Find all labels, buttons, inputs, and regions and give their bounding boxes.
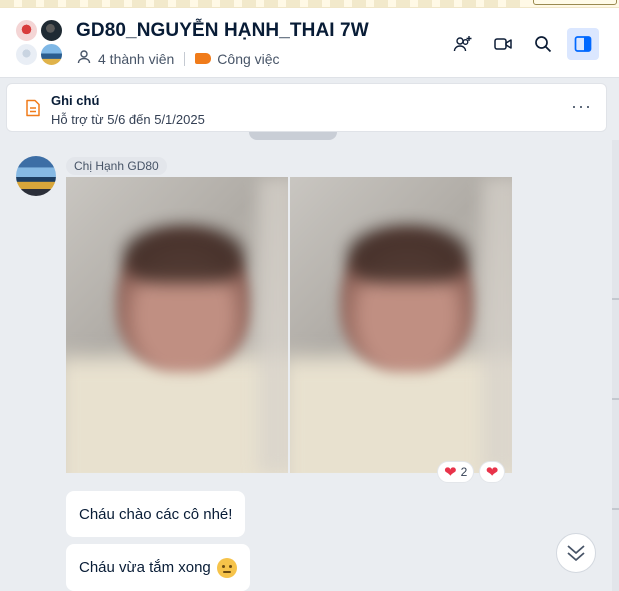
pinned-note-bar[interactable]: Ghi chú Hỗ trợ từ 5/6 đến 5/1/2025 ··· <box>6 83 607 132</box>
double-chevron-down-icon <box>567 545 585 561</box>
pinned-note-text: Hỗ trợ từ 5/6 đến 5/1/2025 <box>51 112 205 127</box>
members-count[interactable]: 4 thành viên <box>98 51 174 67</box>
search-icon <box>535 36 552 53</box>
video-call-icon <box>494 38 512 50</box>
chat-scrollbar[interactable] <box>612 140 619 591</box>
pinned-expand-handle[interactable] <box>249 132 337 140</box>
video-call-button[interactable] <box>487 28 519 60</box>
sidebar-panel-icon <box>574 36 592 52</box>
thinking-face-emoji-icon <box>216 557 237 578</box>
chat-photo[interactable] <box>66 177 288 473</box>
heart-icon: ❤ <box>444 463 457 481</box>
member-avatar <box>14 18 39 43</box>
message-bubble[interactable]: Cháu vừa tắm xong <box>66 544 250 591</box>
pinned-note-title: Ghi chú <box>51 93 100 108</box>
top-notice-strip <box>0 0 619 8</box>
notice-text-cutoff <box>0 0 520 7</box>
member-avatar <box>39 18 64 43</box>
message-text: Cháu vừa tắm xong <box>79 559 211 576</box>
sender-name: Chị Hạnh GD80 <box>66 157 167 175</box>
search-button[interactable] <box>527 28 559 60</box>
reaction-count: 2 <box>460 465 468 479</box>
reaction-summary[interactable]: ❤ 2 <box>437 461 475 483</box>
sender-avatar[interactable] <box>16 156 56 196</box>
label-tag-icon[interactable] <box>195 53 212 64</box>
scroll-marker <box>612 398 619 400</box>
add-member-icon <box>453 36 472 52</box>
scroll-to-bottom-button[interactable] <box>556 533 596 573</box>
more-options-icon[interactable]: ··· <box>571 96 592 117</box>
conversation-meta: 4 thành viên Công việc <box>76 49 280 68</box>
scroll-marker <box>612 298 619 300</box>
photo-group <box>66 177 512 473</box>
member-avatar <box>39 42 64 67</box>
add-member-button[interactable] <box>447 28 479 60</box>
members-icon[interactable] <box>76 49 92 68</box>
scroll-marker <box>612 508 619 510</box>
conversation-title[interactable]: GD80_NGUYỄN HẠNH_THAI 7W <box>76 20 369 42</box>
note-icon <box>25 99 41 122</box>
heart-icon: ❤ <box>485 463 499 481</box>
header-actions <box>447 28 599 60</box>
category-label[interactable]: Công việc <box>217 51 279 67</box>
chat-photo[interactable] <box>290 177 512 473</box>
conversation-info-toggle[interactable] <box>567 28 599 60</box>
add-reaction-button[interactable]: ❤ <box>479 461 505 483</box>
member-avatar <box>14 42 39 67</box>
meta-divider <box>184 51 186 66</box>
chat-header: GD80_NGUYỄN HẠNH_THAI 7W 4 thành viên Cô… <box>0 8 619 78</box>
message-text: Cháu chào các cô nhé! <box>79 505 233 523</box>
group-avatar[interactable] <box>14 18 66 68</box>
message-bubble[interactable]: Cháu chào các cô nhé! <box>66 491 246 537</box>
notice-button-cutoff[interactable] <box>533 0 617 5</box>
